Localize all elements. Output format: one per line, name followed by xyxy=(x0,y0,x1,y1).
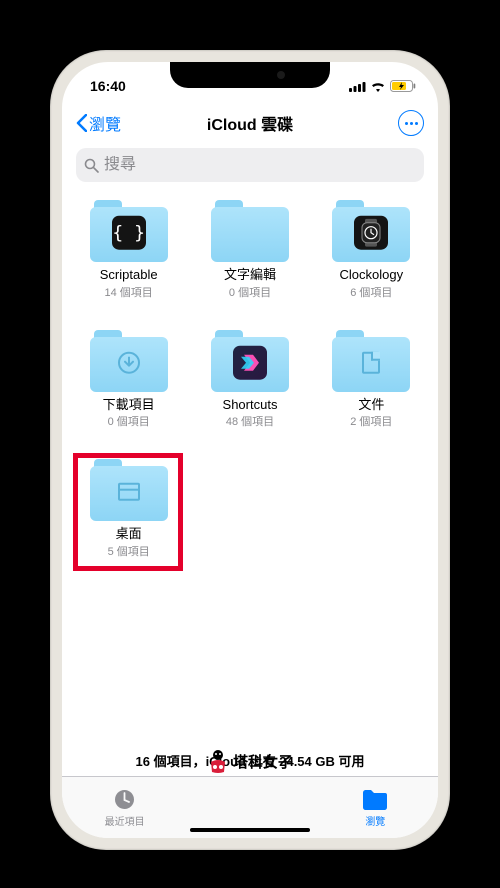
folder-subtitle: 0 個項目 xyxy=(229,284,271,300)
screen: 16:40 瀏覽 iCloud 雲碟 xyxy=(62,62,438,838)
back-label: 瀏覽 xyxy=(89,111,121,135)
folder-icon xyxy=(332,200,410,262)
search-field[interactable] xyxy=(76,148,424,182)
watermark: 塔科女子 xyxy=(207,748,293,774)
folder-item[interactable]: Shortcuts48 個項目 xyxy=(193,330,306,430)
folder-icon xyxy=(90,330,168,392)
folder-item[interactable]: 下載項目0 個項目 xyxy=(72,330,185,430)
wifi-icon xyxy=(370,81,386,92)
more-button[interactable] xyxy=(398,110,424,136)
tab-browse[interactable]: 瀏覽 xyxy=(313,777,438,838)
shortcuts-app-icon xyxy=(233,345,267,379)
folder-item[interactable]: 文件2 個項目 xyxy=(315,330,428,430)
folder-name: Scriptable xyxy=(100,267,158,283)
battery-icon xyxy=(390,80,416,92)
folder-name: 文件 xyxy=(358,397,384,413)
desktop-glyph-icon xyxy=(112,475,146,509)
folder-subtitle: 2 個項目 xyxy=(350,413,392,429)
chevron-left-icon xyxy=(76,114,87,132)
folder-subtitle: 5 個項目 xyxy=(108,543,150,559)
folder-name: Shortcuts xyxy=(223,397,278,413)
folder-icon xyxy=(90,459,168,521)
tab-recent[interactable]: 最近項目 xyxy=(62,777,187,838)
status-indicators xyxy=(349,80,416,92)
folder-name: 文字編輯 xyxy=(224,267,276,283)
nav-bar: 瀏覽 iCloud 雲碟 xyxy=(62,102,438,144)
folder-icon: { } xyxy=(90,200,168,262)
folder-icon xyxy=(332,330,410,392)
folder-icon xyxy=(211,330,289,392)
notch xyxy=(170,62,330,88)
ellipsis-icon xyxy=(405,122,418,125)
folder-name: 桌面 xyxy=(116,526,142,542)
status-time: 16:40 xyxy=(90,78,126,94)
document-glyph-icon xyxy=(354,345,388,379)
folder-name: 下載項目 xyxy=(103,397,155,413)
folder-subtitle: 0 個項目 xyxy=(108,413,150,429)
tab-recent-label: 最近項目 xyxy=(105,813,145,828)
clockology-app-icon xyxy=(354,216,388,250)
folder-subtitle: 48 個項目 xyxy=(226,413,274,429)
back-button[interactable]: 瀏覽 xyxy=(76,111,121,135)
folder-item[interactable]: Clockology6 個項目 xyxy=(315,200,428,300)
folder-subtitle: 6 個項目 xyxy=(350,284,392,300)
folder-name: Clockology xyxy=(340,267,404,283)
folder-item[interactable]: 桌面5 個項目 xyxy=(72,459,185,559)
search-input[interactable] xyxy=(104,156,416,174)
folder-item[interactable]: { } Scriptable14 個項目 xyxy=(72,200,185,300)
search-icon xyxy=(84,158,99,173)
watermark-icon xyxy=(207,748,229,774)
signal-icon xyxy=(349,81,366,92)
folder-icon xyxy=(211,200,289,262)
folder-subtitle: 14 個項目 xyxy=(105,284,153,300)
folder-grid[interactable]: { }Scriptable14 個項目文字編輯0 個項目Clockology6 … xyxy=(62,192,438,741)
scriptable-app-icon: { } xyxy=(112,216,146,250)
phone-frame: 16:40 瀏覽 iCloud 雲碟 xyxy=(50,50,450,850)
folder-icon xyxy=(362,788,388,812)
home-indicator[interactable] xyxy=(190,828,310,832)
nav-title: iCloud 雲碟 xyxy=(207,111,293,135)
download-glyph-icon xyxy=(112,345,146,379)
clock-icon xyxy=(112,788,138,812)
tab-browse-label: 瀏覽 xyxy=(365,813,385,828)
folder-item[interactable]: 文字編輯0 個項目 xyxy=(193,200,306,300)
